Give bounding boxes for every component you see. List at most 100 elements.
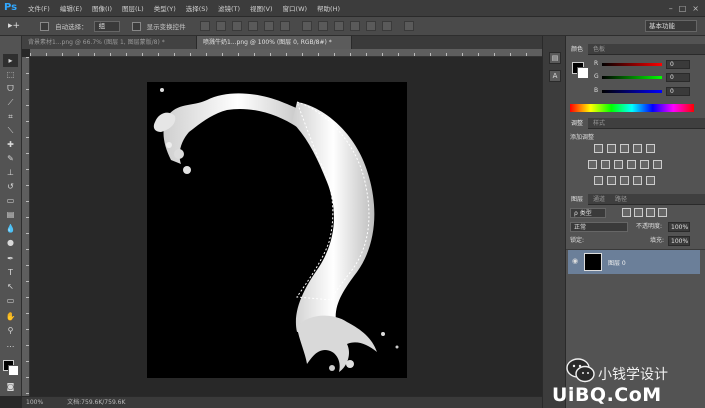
- type-tool-icon[interactable]: T: [3, 266, 18, 279]
- workspace-dropdown[interactable]: 基本功能: [645, 20, 697, 32]
- tab-styles[interactable]: 样式: [588, 118, 610, 129]
- align-left-icon[interactable]: [247, 21, 258, 31]
- g-value[interactable]: 0: [666, 73, 690, 82]
- b-slider[interactable]: [602, 90, 662, 93]
- distribute-bottom-icon[interactable]: [333, 21, 344, 31]
- align-vcenter-icon[interactable]: [215, 21, 226, 31]
- maximize-icon[interactable]: □: [679, 4, 687, 13]
- dodge-tool-icon[interactable]: ●: [3, 236, 18, 249]
- move-tool-icon[interactable]: ▸: [3, 54, 18, 67]
- marquee-tool-icon[interactable]: ⬚: [3, 68, 18, 81]
- photo-filter-icon[interactable]: [627, 160, 636, 169]
- auto-select-checkbox[interactable]: [40, 21, 50, 31]
- quick-mask-icon[interactable]: ◙: [3, 380, 18, 393]
- tab-swatches[interactable]: 色板: [588, 44, 610, 55]
- layer-name[interactable]: 图层 0: [608, 258, 626, 267]
- tab-channels[interactable]: 通道: [588, 194, 610, 205]
- more-tools-icon[interactable]: …: [3, 338, 18, 351]
- menu-image[interactable]: 图像(I): [87, 3, 117, 13]
- move-tool-preset-icon[interactable]: ▸+: [8, 21, 20, 31]
- vibrance-icon[interactable]: [646, 144, 655, 153]
- menu-type[interactable]: 类型(Y): [149, 3, 181, 13]
- blur-tool-icon[interactable]: 💧: [3, 222, 18, 235]
- color-lookup-icon[interactable]: [653, 160, 662, 169]
- zoom-tool-icon[interactable]: ⚲: [3, 324, 18, 337]
- tab-background-material[interactable]: 背景素材1...png @ 66.7% (图层 1, 图层蒙版/8) *: [22, 36, 197, 49]
- hue-saturation-icon[interactable]: [588, 160, 597, 169]
- distribute-left-icon[interactable]: [349, 21, 360, 31]
- background-color-swatch[interactable]: [8, 365, 19, 376]
- black-white-icon[interactable]: [614, 160, 623, 169]
- channel-mixer-icon[interactable]: [640, 160, 649, 169]
- distribute-vcenter-icon[interactable]: [317, 21, 328, 31]
- threshold-icon[interactable]: [620, 176, 629, 185]
- menu-select[interactable]: 选择(S): [181, 3, 213, 13]
- document-canvas[interactable]: [147, 82, 407, 378]
- path-select-tool-icon[interactable]: ↖: [3, 280, 18, 293]
- auto-align-icon[interactable]: [403, 21, 414, 31]
- align-hcenter-icon[interactable]: [263, 21, 274, 31]
- lasso-tool-icon[interactable]: ᗜ: [3, 82, 18, 95]
- distribute-right-icon[interactable]: [381, 21, 392, 31]
- hand-tool-icon[interactable]: ✋: [3, 310, 18, 323]
- close-icon[interactable]: ×: [692, 4, 699, 13]
- layer-row[interactable]: ◉ 图层 0: [568, 250, 700, 274]
- r-value[interactable]: 0: [666, 60, 690, 69]
- filter-pixel-icon[interactable]: [622, 208, 631, 217]
- show-transform-checkbox[interactable]: [131, 21, 141, 31]
- history-panel-icon[interactable]: ▤: [549, 52, 561, 64]
- align-top-icon[interactable]: [199, 21, 210, 31]
- filter-type-icon[interactable]: [646, 208, 655, 217]
- pen-tool-icon[interactable]: ✒: [3, 252, 18, 265]
- selective-color-icon[interactable]: [646, 176, 655, 185]
- shape-tool-icon[interactable]: ▭: [3, 294, 18, 307]
- r-slider[interactable]: [602, 63, 662, 66]
- zoom-level[interactable]: 100%: [26, 397, 43, 408]
- canvas-area[interactable]: [30, 57, 542, 396]
- eye-icon[interactable]: ◉: [572, 257, 578, 265]
- invert-icon[interactable]: [594, 176, 603, 185]
- brightness-contrast-icon[interactable]: [594, 144, 603, 153]
- align-bottom-icon[interactable]: [231, 21, 242, 31]
- b-value[interactable]: 0: [666, 87, 690, 96]
- filter-shape-icon[interactable]: [658, 208, 667, 217]
- minimize-icon[interactable]: –: [669, 4, 673, 13]
- layer-kind-filter[interactable]: ρ 类型: [570, 208, 606, 218]
- crop-tool-icon[interactable]: ⌗: [3, 110, 18, 123]
- menu-window[interactable]: 窗口(W): [278, 3, 313, 13]
- document-size[interactable]: 文档:759.6K/759.6K: [67, 397, 125, 408]
- filter-adjust-icon[interactable]: [634, 208, 643, 217]
- menu-file[interactable]: 文件(F): [23, 3, 55, 13]
- gradient-tool-icon[interactable]: ▤: [3, 208, 18, 221]
- color-bg-swatch[interactable]: [577, 67, 589, 79]
- clone-stamp-tool-icon[interactable]: ⊥: [3, 166, 18, 179]
- tab-paths[interactable]: 路径: [610, 194, 632, 205]
- eyedropper-tool-icon[interactable]: ⟍: [3, 124, 18, 137]
- exposure-icon[interactable]: [633, 144, 642, 153]
- color-spectrum-bar[interactable]: [570, 104, 694, 112]
- auto-select-dropdown[interactable]: 组: [93, 20, 120, 32]
- properties-panel-icon[interactable]: A: [549, 70, 561, 82]
- healing-brush-tool-icon[interactable]: ✚: [3, 138, 18, 151]
- levels-icon[interactable]: [607, 144, 616, 153]
- eraser-tool-icon[interactable]: ▭: [3, 194, 18, 207]
- fill-field[interactable]: 100%: [668, 236, 690, 246]
- color-balance-icon[interactable]: [601, 160, 610, 169]
- menu-filter[interactable]: 滤镜(T): [213, 3, 245, 13]
- menu-help[interactable]: 帮助(H): [312, 3, 345, 13]
- distribute-hcenter-icon[interactable]: [365, 21, 376, 31]
- tab-layers[interactable]: 图层: [566, 193, 589, 205]
- distribute-top-icon[interactable]: [301, 21, 312, 31]
- posterize-icon[interactable]: [607, 176, 616, 185]
- gradient-map-icon[interactable]: [633, 176, 642, 185]
- menu-layer[interactable]: 图层(L): [117, 3, 149, 13]
- brush-tool-icon[interactable]: ✎: [3, 152, 18, 165]
- curves-icon[interactable]: [620, 144, 629, 153]
- tab-adjustments[interactable]: 调整: [566, 117, 589, 129]
- opacity-field[interactable]: 100%: [668, 222, 690, 232]
- g-slider[interactable]: [602, 76, 662, 79]
- blend-mode-dropdown[interactable]: 正常: [570, 222, 628, 232]
- history-brush-tool-icon[interactable]: ↺: [3, 180, 18, 193]
- menu-view[interactable]: 视图(V): [245, 3, 278, 13]
- tab-color[interactable]: 颜色: [566, 43, 589, 55]
